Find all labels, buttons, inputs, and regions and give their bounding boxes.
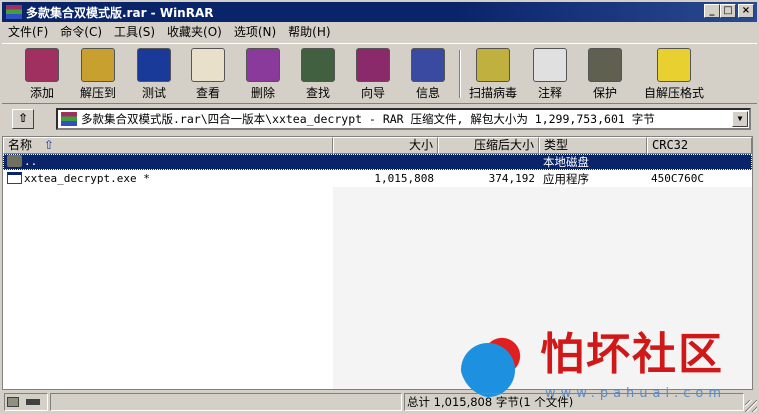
toolbar-button-add[interactable]: 添加 — [14, 48, 70, 101]
toolbar-button-virus-scan[interactable]: 扫描病毒 — [465, 48, 521, 101]
table-row[interactable]: xxtea_decrypt.exe * 1,015,808 374,192 应用… — [3, 171, 752, 187]
minimize-button[interactable]: _ — [704, 4, 720, 18]
toolbar-separator — [459, 50, 461, 98]
column-packed[interactable]: 压缩后大小 — [438, 137, 539, 154]
archive-icon — [61, 112, 77, 126]
toolbar-button-label: 添加 — [29, 86, 54, 100]
column-crc32[interactable]: CRC32 — [647, 137, 752, 154]
status-bar: 总计 1,015,808 字节(1 个文件) — [2, 392, 757, 412]
path-dropdown-button[interactable]: ▼ — [732, 111, 748, 127]
find-icon — [301, 48, 335, 82]
view-icon — [191, 48, 225, 82]
toolbar-button-label: 注释 — [537, 86, 562, 100]
path-combobox[interactable]: 多款集合双模式版.rar\四合一版本\xxtea_decrypt - RAR 压… — [56, 108, 751, 130]
toolbar-button-label: 扫描病毒 — [468, 86, 517, 100]
menu-help[interactable]: 帮助(H) — [282, 23, 336, 40]
toolbar-button-label: 查找 — [305, 86, 330, 100]
test-icon — [137, 48, 171, 82]
column-size[interactable]: 大小 — [333, 137, 438, 154]
up-folder-button[interactable]: ⇧ — [12, 109, 34, 129]
key-icon[interactable] — [25, 399, 40, 405]
list-header: 名称 ⇧ 大小 压缩后大小 类型 CRC32 — [3, 137, 752, 154]
exe-icon — [7, 172, 22, 184]
toolbar-button-info[interactable]: 信息 — [400, 48, 456, 101]
toolbar-button-label: 信息 — [415, 86, 440, 100]
file-list[interactable]: 名称 ⇧ 大小 压缩后大小 类型 CRC32 .. 本地磁盘 xxtea_dec… — [2, 136, 753, 390]
status-total: 总计 1,015,808 字节(1 个文件) — [404, 393, 744, 411]
toolbar-button-label: 删除 — [250, 86, 275, 100]
toolbar-button-label: 测试 — [141, 86, 166, 100]
add-icon — [25, 48, 59, 82]
menu-file[interactable]: 文件(F) — [2, 23, 54, 40]
title-bar: 多款集合双模式版.rar - WinRAR _ □ × — [2, 2, 757, 22]
column-type[interactable]: 类型 — [539, 137, 647, 154]
toolbar-button-protect[interactable]: 保护 — [577, 48, 633, 101]
resize-grip[interactable] — [745, 400, 757, 412]
sfx-icon — [657, 48, 691, 82]
toolbar-button-extract[interactable]: 解压到 — [70, 48, 126, 101]
toolbar: 添加 解压到 测试 查看 删除 查找 向导 信息 扫描病毒 注释 保护 自解压格式 — [2, 43, 757, 104]
path-text: 多款集合双模式版.rar\四合一版本\xxtea_decrypt - RAR 压… — [81, 112, 655, 126]
column-name[interactable]: 名称 ⇧ — [3, 137, 333, 154]
window-title: 多款集合双模式版.rar - WinRAR — [26, 5, 214, 20]
wizard-icon — [356, 48, 390, 82]
toolbar-button-label: 解压到 — [79, 86, 116, 100]
info-icon — [411, 48, 445, 82]
drive-icon[interactable] — [7, 397, 19, 407]
toolbar-button-label: 保护 — [592, 86, 617, 100]
folder-icon — [7, 155, 22, 167]
menu-tools[interactable]: 工具(S) — [108, 23, 161, 40]
status-icons — [4, 393, 48, 411]
toolbar-button-test[interactable]: 测试 — [126, 48, 182, 101]
toolbar-button-wizard[interactable]: 向导 — [345, 48, 401, 101]
close-button[interactable]: × — [738, 4, 754, 18]
extract-icon — [81, 48, 115, 82]
toolbar-button-delete[interactable]: 删除 — [235, 48, 291, 101]
winrar-app-icon — [6, 5, 22, 19]
toolbar-button-label: 查看 — [195, 86, 220, 100]
toolbar-button-find[interactable]: 查找 — [290, 48, 346, 101]
menu-favorites[interactable]: 收藏夹(O) — [161, 23, 228, 40]
toolbar-button-view[interactable]: 查看 — [180, 48, 236, 101]
menu-commands[interactable]: 命令(C) — [54, 23, 108, 40]
menu-bar: 文件(F) 命令(C) 工具(S) 收藏夹(O) 选项(N) 帮助(H) — [2, 22, 337, 41]
toolbar-button-comment[interactable]: 注释 — [522, 48, 578, 101]
toolbar-button-label: 向导 — [360, 86, 385, 100]
maximize-button[interactable]: □ — [720, 4, 736, 18]
sort-ascending-icon: ⇧ — [43, 138, 54, 152]
protect-icon — [588, 48, 622, 82]
toolbar-button-sfx[interactable]: 自解压格式 — [640, 48, 708, 101]
comment-icon — [533, 48, 567, 82]
toolbar-button-label: 自解压格式 — [643, 86, 704, 100]
status-left — [50, 393, 402, 411]
address-bar: ⇧ 多款集合双模式版.rar\四合一版本\xxtea_decrypt - RAR… — [2, 106, 757, 132]
virus-scan-icon — [476, 48, 510, 82]
delete-icon — [246, 48, 280, 82]
table-row[interactable]: .. 本地磁盘 — [3, 154, 752, 170]
menu-options[interactable]: 选项(N) — [228, 23, 282, 40]
